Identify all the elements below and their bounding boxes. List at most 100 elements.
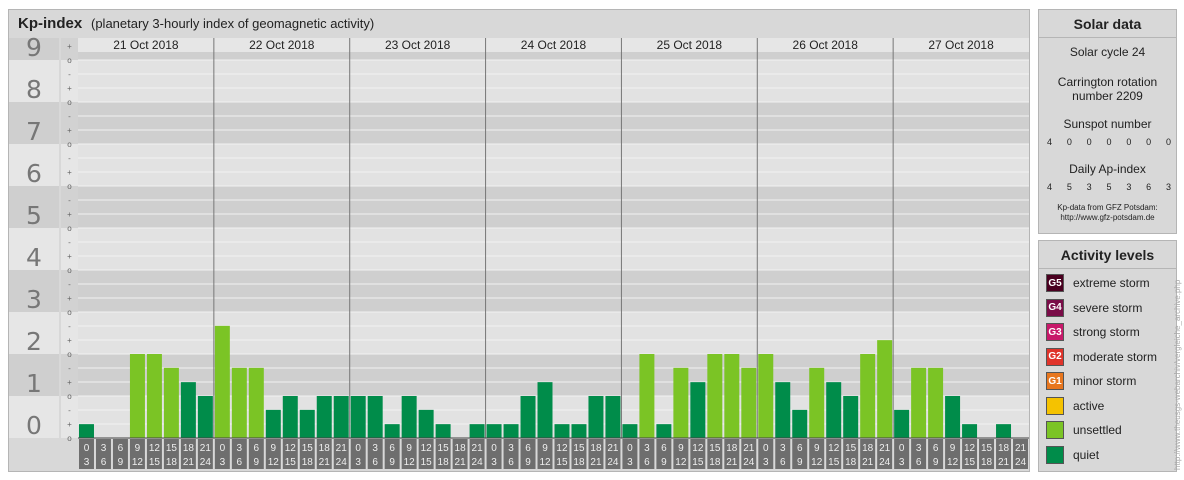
y-tick-label: 9 <box>26 33 42 62</box>
y-minor-tick: + <box>67 210 72 219</box>
hour-end-label: 9 <box>254 457 260 468</box>
day-label: 23 Oct 2018 <box>385 38 451 52</box>
kp-bar <box>520 396 536 438</box>
hour-end-label: 3 <box>491 457 497 468</box>
hour-end-label: 9 <box>933 457 939 468</box>
hour-end-label: 3 <box>220 457 226 468</box>
hour-end-label: 15 <box>556 457 568 468</box>
kp-band <box>78 228 1029 270</box>
hour-start-label: 15 <box>166 443 178 454</box>
hour-start-label: 0 <box>899 443 905 454</box>
kp-bar <box>197 396 213 438</box>
hour-end-label: 9 <box>797 457 803 468</box>
hour-end-label: 18 <box>302 457 314 468</box>
hour-end-label: 3 <box>763 457 769 468</box>
y-minor-tick: o <box>67 308 72 317</box>
hour-start-label: 6 <box>118 443 124 454</box>
hour-end-label: 6 <box>508 457 514 468</box>
kp-bar <box>486 424 502 438</box>
kp-bar <box>299 409 315 438</box>
hour-start-label: 21 <box>336 443 348 454</box>
activity-level-swatch <box>1046 396 1064 415</box>
kp-band <box>78 144 1029 186</box>
hour-start-label: 6 <box>525 443 531 454</box>
hour-start-label: 3 <box>508 443 514 454</box>
hour-start-label: 15 <box>438 443 450 454</box>
kp-minor-band <box>61 354 78 396</box>
kp-bar <box>843 396 859 438</box>
source-link[interactable]: http://www.gfz-potsdam.de <box>1039 213 1176 223</box>
hour-start-label: 15 <box>302 443 314 454</box>
kp-minor-band <box>61 396 78 438</box>
y-minor-tick: - <box>68 112 71 121</box>
value-digit: 3 <box>1126 182 1132 192</box>
activity-level-row: G5 extreme storm <box>1046 274 1150 292</box>
activity-level-swatch: G4 <box>1046 298 1064 317</box>
hour-start-label: 3 <box>101 443 107 454</box>
hour-start-label: 6 <box>797 443 803 454</box>
kp-bar <box>724 354 740 438</box>
activity-level-row: quiet <box>1046 445 1099 464</box>
kp-bar <box>180 382 196 438</box>
kp-bar <box>79 424 94 438</box>
hour-start-label: 6 <box>389 443 395 454</box>
kp-bar <box>588 396 604 438</box>
kp-bar <box>367 396 383 438</box>
value-digit: 0 <box>1086 137 1092 147</box>
hour-end-label: 24 <box>200 457 212 468</box>
kp-bar <box>707 354 723 438</box>
hour-start-label: 3 <box>644 443 650 454</box>
kp-bar <box>792 409 808 438</box>
day-label: 25 Oct 2018 <box>657 38 723 52</box>
activity-levels-panel: Activity levels G5 extreme storm G4 severe … <box>1038 240 1177 472</box>
carrington-line1: Carrington rotation <box>1057 75 1158 89</box>
kp-band <box>78 186 1029 228</box>
kp-bar <box>146 354 162 438</box>
kp-minor-band <box>61 102 78 144</box>
kp-bar <box>758 354 774 438</box>
y-minor-tick: - <box>68 196 71 205</box>
kp-bar <box>605 396 621 438</box>
kp-bar <box>503 424 519 438</box>
y-minor-tick: o <box>67 140 72 149</box>
y-tick-label: 4 <box>26 243 42 272</box>
hour-start-label: 9 <box>678 443 684 454</box>
kp-bar <box>962 424 978 438</box>
kp-bar <box>384 424 400 438</box>
ap-index-label: Daily Ap-index <box>1069 162 1146 176</box>
hour-end-label: 9 <box>525 457 531 468</box>
kp-chart-panel: Kp-index (planetary 3-hourly index of ge… <box>8 9 1030 472</box>
hour-start-label: 18 <box>998 443 1010 454</box>
hour-end-label: 12 <box>404 457 416 468</box>
y-minor-tick: o <box>67 224 72 233</box>
kp-band <box>78 102 1029 144</box>
kp-bar <box>418 409 434 438</box>
y-minor-tick: - <box>68 280 71 289</box>
hour-start-label: 0 <box>220 443 226 454</box>
hour-start-label: 21 <box>472 443 484 454</box>
y-minor-tick: o <box>67 350 72 359</box>
kp-bar <box>826 382 842 438</box>
value-digit: 0 <box>1106 137 1112 147</box>
kp-bar <box>894 409 910 438</box>
hour-end-label: 12 <box>811 457 823 468</box>
hour-start-label: 18 <box>319 443 331 454</box>
activity-level-label: unsettled <box>1073 423 1122 437</box>
hour-start-label: 3 <box>780 443 786 454</box>
activity-level-label: severe storm <box>1073 300 1143 315</box>
hour-end-label: 12 <box>539 457 551 468</box>
y-minor-tick: o <box>67 98 72 107</box>
hour-end-label: 15 <box>692 457 704 468</box>
activity-level-row: G3 strong storm <box>1046 323 1140 341</box>
kp-bar <box>690 382 706 438</box>
hour-end-label: 6 <box>916 457 922 468</box>
value-digit: 5 <box>1106 182 1112 192</box>
y-tick-label: 7 <box>26 117 42 146</box>
solar-data-panel: Solar data Solar cycle 24 Carrington rot… <box>1038 9 1177 234</box>
y-minor-tick: + <box>67 126 72 135</box>
kp-bar <box>775 382 791 438</box>
activity-level-swatch: G3 <box>1046 323 1064 341</box>
y-minor-tick: - <box>68 154 71 163</box>
hour-start-label: 0 <box>763 443 769 454</box>
kp-bar <box>656 424 672 438</box>
